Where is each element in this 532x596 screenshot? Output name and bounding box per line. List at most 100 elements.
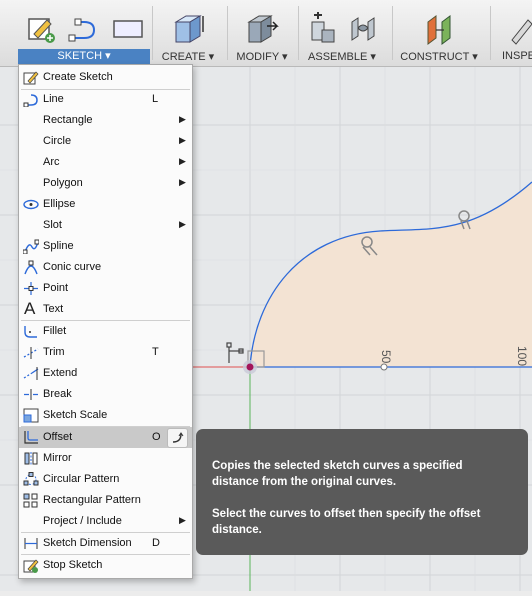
toolbar-group-construct[interactable]: CONSTRUCT ▾ [396,0,482,66]
submenu-arrow-icon: ▶ [179,156,186,166]
sketch-dropdown-menu: Create Sketch Line L Rectangle ▶ Circle … [18,64,193,579]
line-tool-icon[interactable] [68,16,102,44]
menu-label: Rectangle [43,114,93,126]
menu-label: Conic curve [43,261,102,273]
toolbar-label-assemble: ASSEMBLE ▾ [308,51,376,63]
menu-item-stop-sketch[interactable]: Stop Sketch [19,555,192,576]
trim-icon [23,347,39,359]
offset-plane-icon [427,15,451,45]
menu-item-circle[interactable]: Circle ▶ [19,131,192,152]
menu-item-conic-curve[interactable]: Conic curve [19,257,192,278]
joint-icon [351,17,375,41]
toolbar-group-assemble[interactable]: ASSEMBLE ▾ [302,0,382,66]
rectangle-tool-icon[interactable] [112,18,146,42]
break-icon [24,389,38,400]
menu-label: Trim [43,346,65,358]
new-component-icon [311,12,335,43]
sketch-dimension-icon [24,538,38,549]
submenu-arrow-icon: ▶ [179,114,186,124]
line-icon [23,94,38,107]
menu-item-project-include[interactable]: Project / Include ▶ [19,511,192,532]
menu-shortcut: O [152,431,161,443]
menu-item-slot[interactable]: Slot ▶ [19,215,192,236]
toolbar-group-modify[interactable]: MODIFY ▾ [231,0,293,66]
toolbar-label-create: CREATE ▾ [161,51,215,63]
tooltip-instruction: Select the curves to offset then specify… [212,508,481,536]
tooltip-description: Copies the selected sketch curves a spec… [212,460,463,488]
submenu-arrow-icon: ▶ [179,219,186,229]
menu-label: Ellipse [43,198,76,210]
menu-label: Offset [43,431,73,443]
menu-item-point[interactable]: Point [19,278,192,299]
menu-item-text[interactable]: A Text [19,299,192,320]
offset-tooltip: Copies the selected sketch curves a spec… [196,429,528,555]
offset-pin-button[interactable] [167,428,188,448]
circular-pattern-icon [23,472,39,486]
sketch-scale-icon [23,408,39,423]
menu-label: Slot [43,219,62,231]
stop-sketch-icon [23,559,39,573]
menu-item-rectangular-pattern[interactable]: Rectangular Pattern [19,490,192,511]
menu-item-spline[interactable]: Spline [19,236,192,257]
menu-item-sketch-scale[interactable]: Sketch Scale [19,405,192,426]
menu-label: Rectangular Pattern [43,494,141,506]
menu-item-rectangle[interactable]: Rectangle ▶ [19,110,192,131]
toolbar-group-inspect[interactable]: INSPE [496,0,532,66]
menu-label: Spline [43,240,74,252]
submenu-arrow-icon: ▶ [179,515,186,525]
menu-label: Polygon [43,177,83,189]
menu-item-trim[interactable]: Trim T [19,342,192,363]
menu-shortcut: D [152,537,160,549]
create-sketch-icon[interactable] [26,14,56,44]
menu-label: Extend [43,367,78,379]
toolbar-group-create[interactable]: CREATE ▾ [158,0,218,66]
menu-label: Sketch Scale [43,409,108,421]
menu-item-polygon[interactable]: Polygon ▶ [19,173,192,194]
menu-item-extend[interactable]: Extend [19,363,192,384]
profile-region [250,182,532,367]
menu-shortcut: T [152,346,159,358]
menu-item-break[interactable]: Break [19,384,192,405]
offset-icon [24,431,38,444]
midpoint-marker [380,363,388,371]
menu-item-create-sketch[interactable]: Create Sketch [19,67,192,88]
menu-label: Mirror [43,452,72,464]
menu-item-circular-pattern[interactable]: Circular Pattern [19,469,192,490]
menu-label: Line [43,93,64,105]
menu-item-mirror[interactable]: Mirror [19,448,192,469]
submenu-arrow-icon: ▶ [179,177,186,187]
menu-label: Create Sketch [43,71,113,83]
submenu-arrow-icon: ▶ [179,135,186,145]
point-icon [24,282,38,295]
dimension-label-50: 50 [379,350,393,364]
mirror-icon [24,452,38,465]
rectangular-pattern-icon [23,493,38,508]
dimension-label-100: 100 [515,346,529,366]
conic-curve-icon [24,260,38,275]
menu-item-ellipse[interactable]: Ellipse [19,194,192,215]
menu-item-fillet[interactable]: Fillet [19,321,192,342]
spline-icon [23,239,39,254]
curve-arrow-icon [172,432,184,443]
menu-item-arc[interactable]: Arc ▶ [19,152,192,173]
toolbar-label-construct: CONSTRUCT ▾ [400,51,478,63]
menu-item-sketch-dimension[interactable]: Sketch Dimension D [19,533,192,554]
text-icon: A [24,299,36,318]
toolbar: SKETCH ▾ CREATE ▾ MODIFY ▾ ASSEMBLE ▾ CO… [0,0,532,67]
toolbar-label-modify: MODIFY ▾ [236,51,288,63]
toolbar-label-sketch: SKETCH ▾ [18,49,150,64]
menu-label: Arc [43,156,60,168]
menu-label: Fillet [43,325,67,337]
menu-label: Text [43,303,64,315]
ellipse-icon [23,199,39,210]
menu-item-line[interactable]: Line L [19,89,192,110]
toolbar-label-inspect: INSPE [502,50,532,62]
extend-icon [23,367,39,380]
menu-label: Project / Include [43,515,122,527]
menu-item-offset[interactable]: Offset O [19,427,192,448]
menu-label: Circular Pattern [43,473,120,485]
toolbar-group-sketch[interactable]: SKETCH ▾ [18,0,150,66]
extrude-icon [174,15,204,43]
press-pull-icon [247,15,279,43]
menu-label: Point [43,282,69,294]
